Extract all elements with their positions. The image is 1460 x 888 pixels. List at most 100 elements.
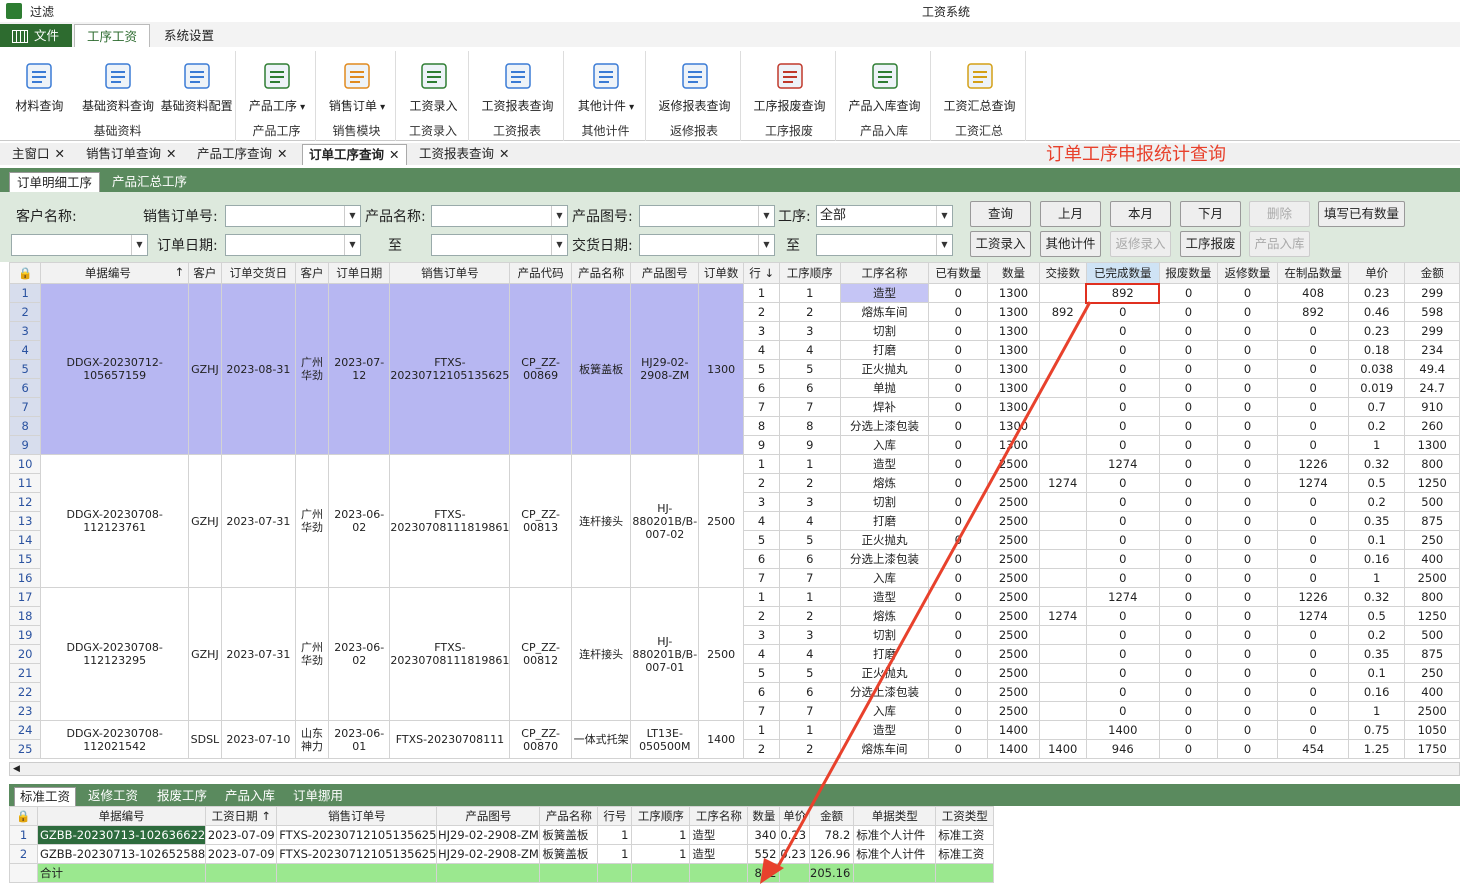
cell-line[interactable]: 4 <box>743 644 781 664</box>
cell-line[interactable]: 7 <box>743 397 781 417</box>
chevron-down-icon[interactable]: ▼ <box>936 235 952 255</box>
cell-qty[interactable]: 2500 <box>987 492 1040 512</box>
col-line[interactable]: 行 ↓ <box>743 262 781 284</box>
chevron-down-icon[interactable]: ▾ <box>377 102 385 113</box>
cell-price[interactable]: 0.32 <box>1347 454 1406 474</box>
chevron-down-icon[interactable]: ▼ <box>344 206 360 226</box>
cell-price[interactable]: 0.35 <box>1347 644 1406 664</box>
cell-handover[interactable] <box>1038 663 1087 683</box>
cell-qty[interactable]: 1300 <box>987 397 1040 417</box>
cell-process-name[interactable]: 打磨 <box>839 644 930 664</box>
chevron-down-icon[interactable]: ▼ <box>758 206 774 226</box>
bottom-cell[interactable]: GZBB-20230713-102652588 <box>36 844 207 864</box>
cell-price[interactable]: 0.2 <box>1347 625 1406 645</box>
chevron-down-icon[interactable]: ▼ <box>344 235 360 255</box>
cell-existing-qty[interactable]: 0 <box>928 416 989 436</box>
col-amount[interactable]: 金额 <box>1404 262 1460 284</box>
cell-existing-qty[interactable]: 0 <box>928 435 989 455</box>
row-number[interactable]: 7 <box>9 397 42 417</box>
cell-repair[interactable]: 0 <box>1216 530 1279 550</box>
next-month-button[interactable]: 下月 <box>1180 201 1241 227</box>
cell-handover[interactable] <box>1038 321 1087 341</box>
cell-wip[interactable]: 408 <box>1277 283 1349 303</box>
cell-existing-qty[interactable]: 0 <box>928 492 989 512</box>
cell-repair[interactable]: 0 <box>1216 701 1279 721</box>
cell-completed[interactable]: 0 <box>1085 606 1160 626</box>
col-product-name[interactable]: 产品名称 <box>570 262 632 284</box>
cell-completed[interactable]: 0 <box>1085 378 1160 398</box>
cell-qty[interactable]: 2500 <box>987 530 1040 550</box>
bottom-cell[interactable]: 造型 <box>689 844 749 864</box>
cell-amount[interactable]: 875 <box>1404 511 1460 531</box>
bottom-cell[interactable]: FTXS-20230712105135625 <box>276 844 438 864</box>
cell-completed[interactable]: 0 <box>1085 682 1160 702</box>
cell-wip[interactable]: 454 <box>1277 739 1349 759</box>
cell-existing-qty[interactable]: 0 <box>928 340 989 360</box>
cell-delivery-date[interactable]: 2023-07-31 <box>220 587 297 721</box>
ribbon-button[interactable]: 返修报表查询 <box>648 61 741 114</box>
row-number[interactable]: 11 <box>9 473 42 493</box>
cell-qty[interactable]: 1400 <box>987 720 1040 740</box>
prev-month-button[interactable]: 上月 <box>1040 201 1101 227</box>
cell-customer-code[interactable]: GZHJ <box>188 454 222 588</box>
cell-handover[interactable] <box>1038 644 1087 664</box>
cell-scrap[interactable]: 0 <box>1158 625 1218 645</box>
col-product-code[interactable]: 产品代码 <box>509 262 572 284</box>
row-number[interactable]: 8 <box>9 416 42 436</box>
cell-amount[interactable]: 234 <box>1404 340 1460 360</box>
cell-completed[interactable]: 0 <box>1085 701 1160 721</box>
cell-amount[interactable]: 1250 <box>1404 606 1460 626</box>
col-existing-qty[interactable]: 已有数量 <box>928 262 989 284</box>
cell-process-name[interactable]: 正火抛丸 <box>839 663 930 683</box>
cell-line[interactable]: 8 <box>743 416 781 436</box>
cell-qty[interactable]: 2500 <box>987 511 1040 531</box>
cell-handover[interactable]: 1274 <box>1038 606 1087 626</box>
cell-process-name[interactable]: 焊补 <box>839 397 930 417</box>
table-row[interactable]: 10 DDGX-20230708-112123761 GZHJ 2023-07-31 广… <box>9 454 1460 588</box>
bottom-cell[interactable]: 2 <box>9 844 38 864</box>
cell-repair[interactable]: 0 <box>1216 625 1279 645</box>
cell-wip[interactable]: 0 <box>1277 549 1349 569</box>
cell-seq[interactable]: 4 <box>779 511 841 531</box>
cell-price[interactable]: 0.019 <box>1347 378 1406 398</box>
col-sales-order[interactable]: 销售订单号 <box>389 262 511 284</box>
cell-customer[interactable]: 山东神力 <box>295 720 330 759</box>
cell-scrap[interactable]: 0 <box>1158 378 1218 398</box>
cell-wip[interactable]: 0 <box>1277 663 1349 683</box>
cell-seq[interactable]: 2 <box>779 606 841 626</box>
cell-seq[interactable]: 8 <box>779 416 841 436</box>
cell-line[interactable]: 5 <box>743 530 781 550</box>
cell-line[interactable]: 3 <box>743 625 781 645</box>
cell-seq[interactable]: 1 <box>779 720 841 740</box>
cell-product-code[interactable]: CP_ZZ-00812 <box>509 587 572 721</box>
drawing-combo[interactable]: ▼ <box>639 205 775 227</box>
cell-scrap[interactable]: 0 <box>1158 416 1218 436</box>
cell-handover[interactable] <box>1038 416 1087 436</box>
cell-process-name[interactable]: 熔炼 <box>839 473 930 493</box>
bottom-cell[interactable]: 造型 <box>689 825 749 845</box>
cell-repair[interactable]: 0 <box>1216 359 1279 379</box>
cell-wip[interactable]: 0 <box>1277 644 1349 664</box>
b-col-doc-type[interactable]: 单据类型 <box>853 806 937 826</box>
ribbon-button[interactable]: 销售订单 ▾ <box>318 61 396 114</box>
bottom-cell[interactable]: 340 <box>747 825 781 845</box>
col-handover[interactable]: 交接数 <box>1038 262 1087 284</box>
cell-scrap[interactable]: 0 <box>1158 739 1218 759</box>
cell-price[interactable]: 0.038 <box>1347 359 1406 379</box>
cell-price[interactable]: 0.16 <box>1347 682 1406 702</box>
cell-line[interactable]: 4 <box>743 511 781 531</box>
cell-order-date[interactable]: 2023-06-01 <box>328 720 391 759</box>
cell-customer[interactable]: 广州华劲 <box>295 454 330 588</box>
cell-handover[interactable] <box>1038 549 1087 569</box>
bottom-cell[interactable]: 126.96 <box>809 844 855 864</box>
cell-handover[interactable] <box>1038 378 1087 398</box>
cell-scrap[interactable]: 0 <box>1158 606 1218 626</box>
ribbon-button[interactable]: 其他计件 ▾ <box>566 61 646 114</box>
cell-price[interactable]: 0.23 <box>1347 283 1406 303</box>
cell-scrap[interactable]: 0 <box>1158 682 1218 702</box>
cell-process-name[interactable]: 造型 <box>839 283 930 303</box>
cell-completed[interactable]: 0 <box>1085 492 1160 512</box>
cell-order-date[interactable]: 2023-06-02 <box>328 587 391 721</box>
cell-process-name[interactable]: 入库 <box>839 435 930 455</box>
cell-sales-order[interactable]: FTXS-20230712105135625 <box>389 283 511 455</box>
